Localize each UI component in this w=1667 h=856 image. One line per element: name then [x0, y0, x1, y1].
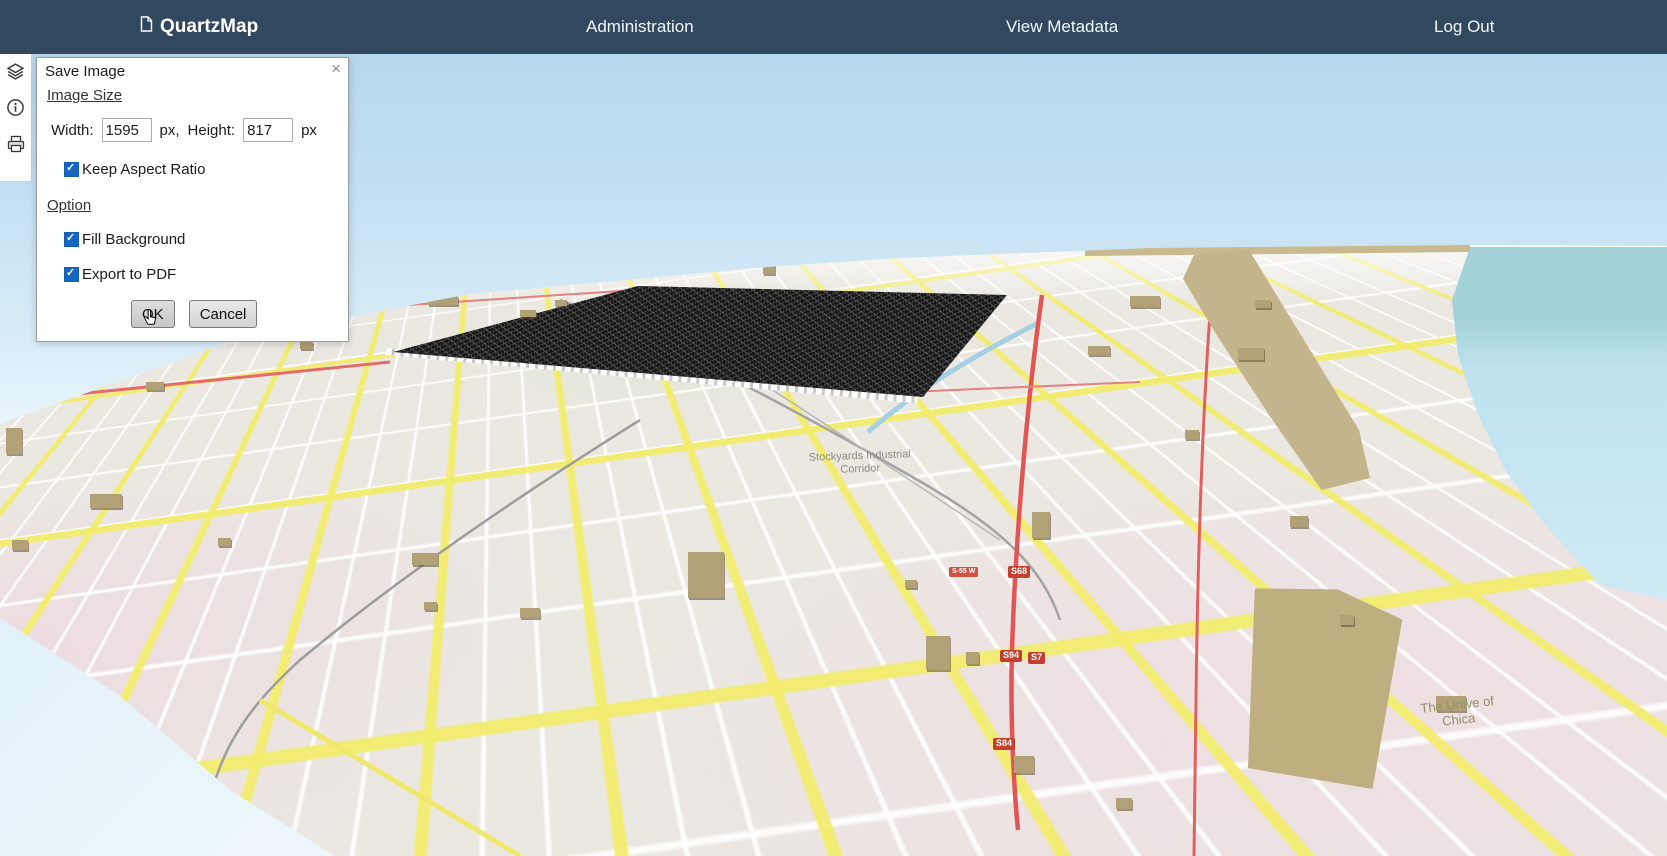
top-nav-bar: QuartzMap Administration View Metadata L…: [0, 0, 1667, 54]
height-label: Height:: [188, 122, 236, 139]
nav-item-log-out[interactable]: Log Out: [1434, 0, 1495, 54]
building: [12, 540, 28, 550]
building: [1255, 300, 1271, 308]
building: [1290, 516, 1308, 527]
building: [520, 310, 536, 317]
building: [926, 636, 950, 670]
height-unit: px: [301, 122, 317, 139]
building: [555, 300, 567, 306]
fill-background-row[interactable]: Fill Background: [64, 231, 185, 248]
map-tools-toolbar: [0, 54, 32, 182]
building: [1340, 615, 1354, 625]
height-input[interactable]: [243, 118, 293, 142]
print-icon: [6, 134, 26, 159]
close-icon[interactable]: ×: [331, 60, 341, 77]
route-marker: S94: [1000, 650, 1022, 662]
fill-background-checkbox[interactable]: [64, 232, 79, 247]
keep-aspect-ratio-label[interactable]: Keep Aspect Ratio: [82, 161, 205, 178]
route-marker: S68: [1008, 566, 1030, 578]
layers-tool-button[interactable]: [5, 63, 27, 85]
building: [218, 538, 231, 546]
building: [1238, 348, 1264, 360]
cancel-button[interactable]: Cancel: [189, 300, 258, 328]
building: [1130, 296, 1160, 307]
building: [1116, 798, 1132, 809]
export-to-pdf-row[interactable]: Export to PDF: [64, 266, 176, 283]
keep-aspect-ratio-row[interactable]: Keep Aspect Ratio: [64, 161, 205, 178]
building: [688, 552, 724, 598]
dialog-buttons-row: OK Cancel: [131, 300, 257, 328]
export-to-pdf-label[interactable]: Export to PDF: [82, 266, 176, 283]
building: [146, 382, 164, 390]
app-brand-label: QuartzMap: [160, 16, 258, 38]
route-marker: S84: [993, 738, 1015, 750]
keep-aspect-ratio-checkbox[interactable]: [64, 162, 79, 177]
building: [6, 428, 22, 454]
building: [1185, 430, 1199, 439]
save-image-dialog: Save Image × Image Size Width: px, Heigh…: [36, 57, 349, 342]
option-section-link[interactable]: Option: [47, 197, 91, 214]
building: [300, 342, 313, 349]
building: [412, 553, 438, 565]
building: [1088, 346, 1110, 355]
building: [905, 580, 917, 588]
nav-item-administration[interactable]: Administration: [586, 0, 694, 54]
route-marker: S-55 W: [949, 567, 978, 577]
layers-icon: [6, 62, 25, 86]
image-size-section-link[interactable]: Image Size: [47, 87, 122, 104]
building: [1032, 512, 1050, 538]
width-unit: px,: [160, 122, 180, 139]
nav-item-view-metadata[interactable]: View Metadata: [1006, 0, 1118, 54]
building: [520, 608, 540, 618]
export-to-pdf-checkbox[interactable]: [64, 267, 79, 282]
map-area-label: Stockyards Industrial Corridor: [805, 448, 916, 477]
building: [90, 494, 122, 508]
size-inputs-row: Width: px, Height: px: [51, 118, 317, 142]
route-marker: S7: [1028, 652, 1045, 664]
ok-button[interactable]: OK: [131, 300, 175, 328]
info-icon: [6, 98, 25, 122]
width-label: Width:: [51, 122, 94, 139]
info-tool-button[interactable]: [5, 99, 27, 121]
fill-background-label[interactable]: Fill Background: [82, 231, 185, 248]
app-brand[interactable]: QuartzMap: [140, 0, 258, 54]
print-tool-button[interactable]: [5, 135, 27, 157]
width-input[interactable]: [102, 118, 152, 142]
building: [424, 602, 437, 610]
building: [1014, 756, 1034, 773]
dialog-title: Save Image: [45, 63, 125, 80]
document-icon: [140, 16, 153, 38]
building: [966, 652, 979, 664]
